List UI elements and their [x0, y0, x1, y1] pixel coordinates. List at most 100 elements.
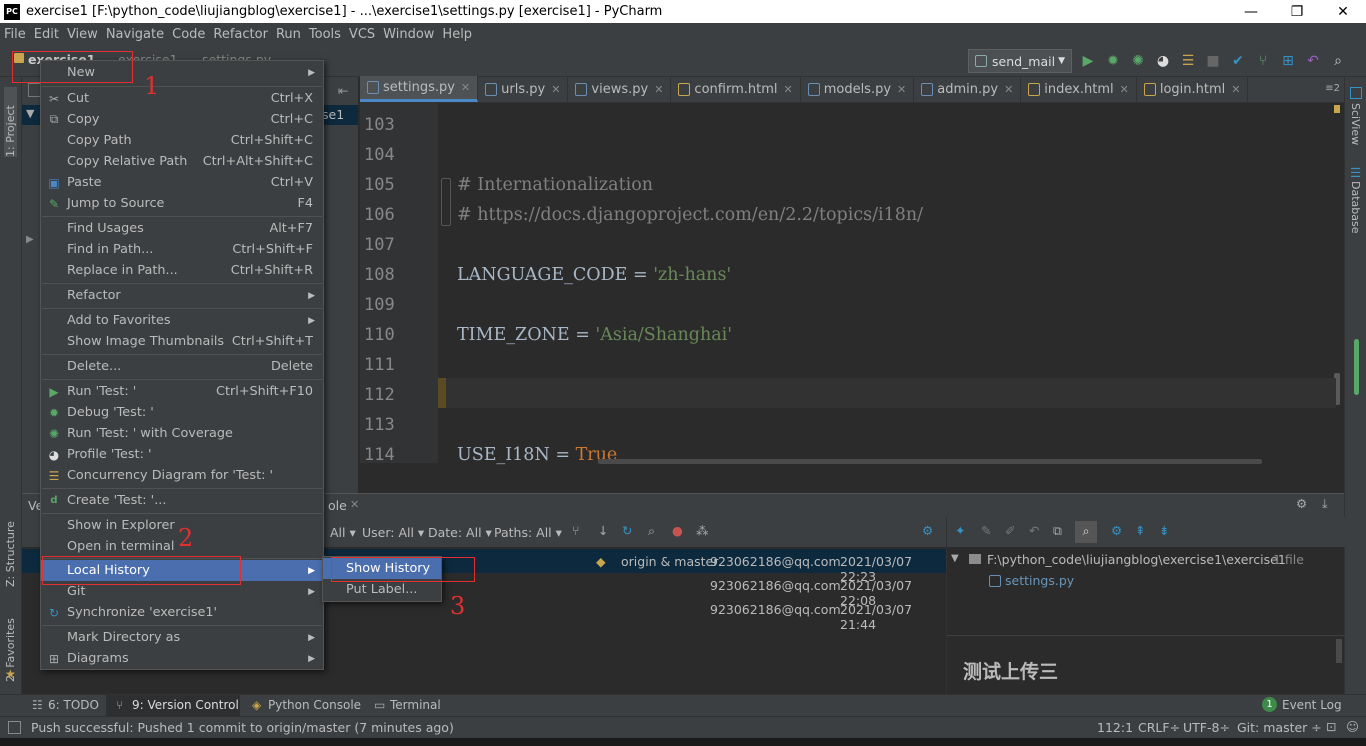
- menu-item-copy-relative-path[interactable]: Copy Relative Path Ctrl+Alt+Shift+C: [41, 151, 323, 172]
- menu-item-copy-path[interactable]: Copy Path Ctrl+Shift+C: [41, 130, 323, 151]
- sciview-tool-button[interactable]: SciView: [1349, 103, 1362, 163]
- menu-edit[interactable]: Edit: [30, 27, 63, 42]
- diff-icon[interactable]: ⧉: [1053, 523, 1062, 539]
- revert-icon[interactable]: ✐: [1005, 523, 1015, 538]
- run-configuration-dropdown[interactable]: send_mail ▼: [968, 49, 1072, 73]
- status-message[interactable]: Push successful: Pushed 1 commit to orig…: [31, 720, 454, 735]
- details-scrollbar[interactable]: [1336, 639, 1342, 663]
- menu-item-jump-to-source[interactable]: ✎ Jump to Source F4: [41, 193, 323, 214]
- close-icon[interactable]: ✕: [1004, 83, 1013, 96]
- undo-icon[interactable]: ↶: [1029, 523, 1039, 538]
- menu-item-find-usages[interactable]: Find Usages Alt+F7: [41, 218, 323, 239]
- expand-all-icon[interactable]: ⇞: [1135, 523, 1145, 538]
- tabs-overflow-button[interactable]: ≡2: [1325, 83, 1340, 94]
- console-tab-label[interactable]: ole: [328, 498, 347, 513]
- menu-help[interactable]: Help: [438, 27, 476, 42]
- menu-item-mark-directory-as[interactable]: Mark Directory as ▶: [41, 627, 323, 648]
- revert-icon[interactable]: ↶: [1305, 53, 1321, 69]
- menu-item-diagrams[interactable]: ⊞ Diagrams ▶: [41, 648, 323, 669]
- close-button[interactable]: ✕: [1320, 0, 1366, 23]
- menu-navigate[interactable]: Navigate: [102, 27, 168, 42]
- graph-options-icon[interactable]: ⑂: [572, 523, 580, 538]
- panel-toggle-icon[interactable]: [8, 721, 21, 734]
- tab-urls-py[interactable]: urls.py ✕: [478, 76, 569, 102]
- menu-item-add-to-favorites[interactable]: Add to Favorites ▶: [41, 310, 323, 331]
- menu-file[interactable]: File: [0, 27, 30, 42]
- menu-item-put-label[interactable]: Put Label...: [323, 579, 441, 600]
- tab-views-py[interactable]: views.py ✕: [568, 76, 672, 102]
- caret-position[interactable]: 112:1: [1097, 720, 1133, 735]
- search-icon[interactable]: ⌕: [1330, 53, 1346, 69]
- menu-tools[interactable]: Tools: [305, 27, 345, 42]
- tab-settings-py[interactable]: settings.py ✕: [360, 76, 479, 102]
- gear-icon[interactable]: ⚙: [1111, 523, 1122, 538]
- vcs-commit-icon[interactable]: ⑂: [1255, 53, 1271, 69]
- menu-view[interactable]: View: [63, 27, 102, 42]
- menu-item-debug-test[interactable]: ✹ Debug 'Test: ': [41, 402, 323, 423]
- changes-path[interactable]: F:\python_code\liujiangblog\exercise1\ex…: [987, 552, 1286, 567]
- vcs-branch[interactable]: Git: master ÷: [1237, 720, 1322, 735]
- profile-icon[interactable]: ◕: [1155, 53, 1171, 69]
- search-icon[interactable]: ⌕: [648, 523, 655, 539]
- menu-item-profile-test[interactable]: ◕ Profile 'Test: ': [41, 444, 323, 465]
- refresh-icon[interactable]: ↻: [622, 523, 632, 538]
- menu-item-find-in-path[interactable]: Find in Path... Ctrl+Shift+F: [41, 239, 323, 260]
- database-tool-button[interactable]: Database: [1349, 181, 1362, 241]
- menu-item-create-test[interactable]: d Create 'Test: '...: [41, 490, 323, 511]
- build-icon[interactable]: ☰: [1180, 53, 1196, 69]
- file-encoding[interactable]: UTF-8÷: [1183, 720, 1230, 735]
- line-separator[interactable]: CRLF÷: [1138, 720, 1180, 735]
- menu-item-synchronize[interactable]: ↻ Synchronize 'exercise1': [41, 602, 323, 623]
- collapse-all-icon[interactable]: ⇟: [1159, 523, 1169, 538]
- collapse-arrow-icon[interactable]: ▶: [26, 234, 34, 245]
- menu-item-delete[interactable]: Delete... Delete: [41, 356, 323, 377]
- structure-tool-button[interactable]: Z: Structure: [4, 507, 17, 587]
- menu-item-run-test[interactable]: ▶ Run 'Test: ' Ctrl+Shift+F10: [41, 381, 323, 402]
- menu-item-refactor[interactable]: Refactor ▶: [41, 285, 323, 306]
- collapse-all-icon[interactable]: ⇤: [338, 83, 348, 98]
- branch-filter[interactable]: All ▾: [330, 525, 356, 540]
- menu-vcs[interactable]: VCS: [345, 27, 379, 42]
- menu-item-paste[interactable]: ▣ Paste Ctrl+V: [41, 172, 323, 193]
- menu-code[interactable]: Code: [168, 27, 209, 42]
- close-icon[interactable]: ✕: [897, 83, 906, 96]
- pin-icon[interactable]: ✦: [955, 523, 965, 538]
- tab-index-html[interactable]: index.html ✕: [1021, 76, 1137, 102]
- menu-item-concurrency-diagram[interactable]: ☰ Concurrency Diagram for 'Test: ': [41, 465, 323, 486]
- expand-arrow-icon[interactable]: ▼: [26, 107, 34, 120]
- date-filter[interactable]: Date: All ▾: [428, 525, 492, 540]
- menu-item-copy[interactable]: ⧉ Copy Ctrl+C: [41, 109, 323, 130]
- paths-filter[interactable]: Paths: All ▾: [494, 525, 562, 540]
- stop-icon[interactable]: ■: [1205, 53, 1221, 69]
- menu-refactor[interactable]: Refactor: [209, 27, 272, 42]
- gear-icon[interactable]: ⚙: [1296, 496, 1307, 511]
- preview-icon[interactable]: ⌕: [1075, 521, 1097, 543]
- gear-icon[interactable]: ⚙: [922, 523, 933, 538]
- horizontal-scrollbar[interactable]: [598, 459, 1262, 464]
- coverage-icon[interactable]: ✺: [1130, 53, 1146, 69]
- python-console-tool-button[interactable]: Python Console: [268, 698, 361, 712]
- show-details-icon[interactable]: ⁂: [696, 523, 709, 538]
- close-icon[interactable]: ✕: [1120, 83, 1129, 96]
- inspector-icon[interactable]: ☺: [1346, 719, 1359, 734]
- tab-login-html[interactable]: login.html ✕: [1137, 76, 1249, 102]
- run-icon[interactable]: ▶: [1080, 53, 1096, 69]
- expand-arrow-icon[interactable]: ▼: [951, 553, 959, 564]
- minimize-button[interactable]: —: [1228, 0, 1274, 23]
- version-control-tool-button[interactable]: 9: Version Control: [132, 698, 239, 712]
- sort-icon[interactable]: ↓: [598, 523, 608, 538]
- menu-item-replace-in-path[interactable]: Replace in Path... Ctrl+Shift+R: [41, 260, 323, 281]
- close-icon[interactable]: ✕: [551, 83, 560, 96]
- close-icon[interactable]: ✕: [1231, 83, 1240, 96]
- user-filter[interactable]: User: All ▾: [362, 525, 424, 540]
- close-icon[interactable]: ✕: [654, 83, 663, 96]
- maximize-button[interactable]: ❐: [1274, 0, 1320, 23]
- menu-item-show-image-thumbnails[interactable]: Show Image Thumbnails Ctrl+Shift+T: [41, 331, 323, 352]
- changed-file[interactable]: settings.py: [1005, 573, 1074, 588]
- fold-marker-icon[interactable]: [441, 178, 451, 226]
- menu-item-cut[interactable]: ✂ Cut Ctrl+X: [41, 88, 323, 109]
- menu-item-run-with-coverage[interactable]: ✺ Run 'Test: ' with Coverage: [41, 423, 323, 444]
- menu-run[interactable]: Run: [272, 27, 305, 42]
- tab-admin-py[interactable]: admin.py ✕: [914, 76, 1022, 102]
- vcs-update-icon[interactable]: ✔: [1230, 53, 1246, 69]
